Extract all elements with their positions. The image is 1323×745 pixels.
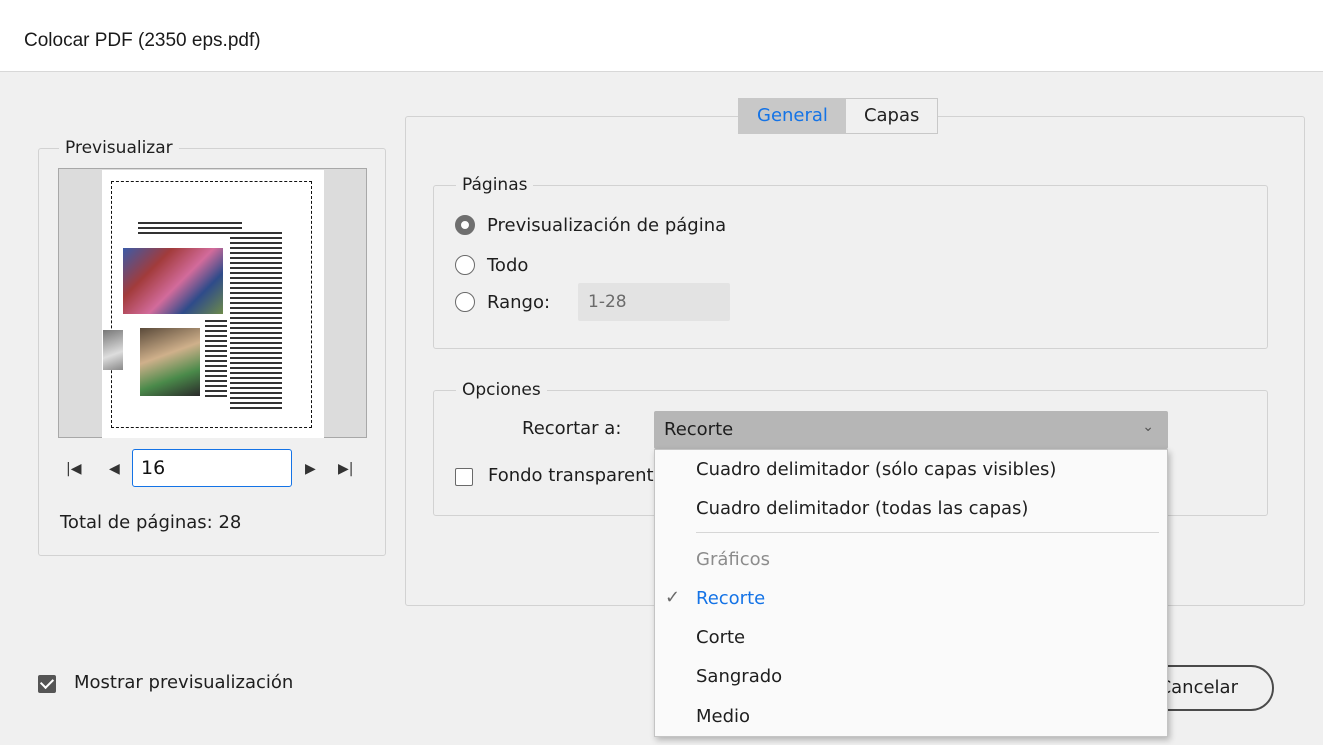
radio-label: Todo: [487, 254, 529, 276]
radio-label: Rango:: [487, 291, 551, 313]
text-column: [230, 232, 282, 412]
radio-button[interactable]: [455, 255, 475, 275]
radio-button[interactable]: [455, 292, 475, 312]
radio-label: Previsualización de página: [487, 214, 727, 236]
radio-range[interactable]: Rango:: [455, 288, 550, 316]
photo-group: [123, 248, 223, 314]
tab-general[interactable]: General: [739, 99, 846, 133]
show-preview-label: Mostrar previsualización: [74, 672, 294, 693]
radio-all[interactable]: Todo: [455, 251, 528, 279]
pages-legend: Páginas: [456, 172, 534, 198]
show-preview-checkbox[interactable]: [38, 675, 56, 693]
preview-legend: Previsualizar: [59, 135, 179, 161]
dropdown-item[interactable]: Cuadro delimitador (todas las capas): [696, 498, 1028, 519]
pages-group: Páginas: [433, 172, 1268, 349]
crop-to-select[interactable]: Recorte ⌄: [654, 411, 1168, 449]
crop-to-label: Recortar a:: [522, 418, 622, 439]
crop-to-dropdown: Cuadro delimitador (sólo capas visibles)…: [654, 449, 1168, 737]
dropdown-item: Gráficos: [696, 549, 771, 570]
range-input[interactable]: 1-28: [578, 283, 730, 321]
radio-page-preview[interactable]: Previsualización de página: [455, 211, 726, 239]
prev-page-icon[interactable]: ◀: [109, 459, 120, 479]
page-thumbnail: [102, 170, 324, 438]
transparent-background-checkbox[interactable]: [455, 468, 473, 486]
transparent-background-label: Fondo transparente: [488, 465, 665, 486]
next-page-icon[interactable]: ▶: [305, 459, 316, 479]
page-preview: [58, 168, 367, 438]
tab-bar: General Capas: [738, 98, 939, 134]
check-icon: ✓: [665, 587, 681, 608]
article-headline: [138, 222, 242, 234]
dropdown-item[interactable]: Corte: [696, 627, 745, 648]
dropdown-item[interactable]: Sangrado: [696, 666, 782, 687]
page-number-input[interactable]: 16: [132, 449, 292, 487]
text-column-2: [205, 320, 227, 400]
first-page-icon[interactable]: |◀: [66, 459, 81, 479]
options-legend: Opciones: [456, 377, 547, 403]
dropdown-separator: [696, 532, 1159, 533]
photo-couple: [140, 328, 200, 396]
dropdown-item[interactable]: Medio: [696, 706, 750, 727]
crop-to-value: Recorte: [664, 419, 734, 440]
radio-button[interactable]: [455, 215, 475, 235]
tab-capas[interactable]: Capas: [846, 99, 937, 133]
last-page-icon[interactable]: ▶|: [338, 459, 353, 479]
dropdown-item[interactable]: Cuadro delimitador (sólo capas visibles): [696, 459, 1056, 480]
dialog-title: Colocar PDF (2350 eps.pdf): [24, 30, 261, 51]
photo-small: [103, 330, 123, 370]
total-pages-label: Total de páginas: 28: [60, 512, 242, 533]
chevron-down-icon: ⌄: [1142, 419, 1154, 435]
dialog-titlebar: Colocar PDF (2350 eps.pdf): [0, 0, 1323, 72]
dropdown-item[interactable]: Recorte: [696, 588, 765, 609]
